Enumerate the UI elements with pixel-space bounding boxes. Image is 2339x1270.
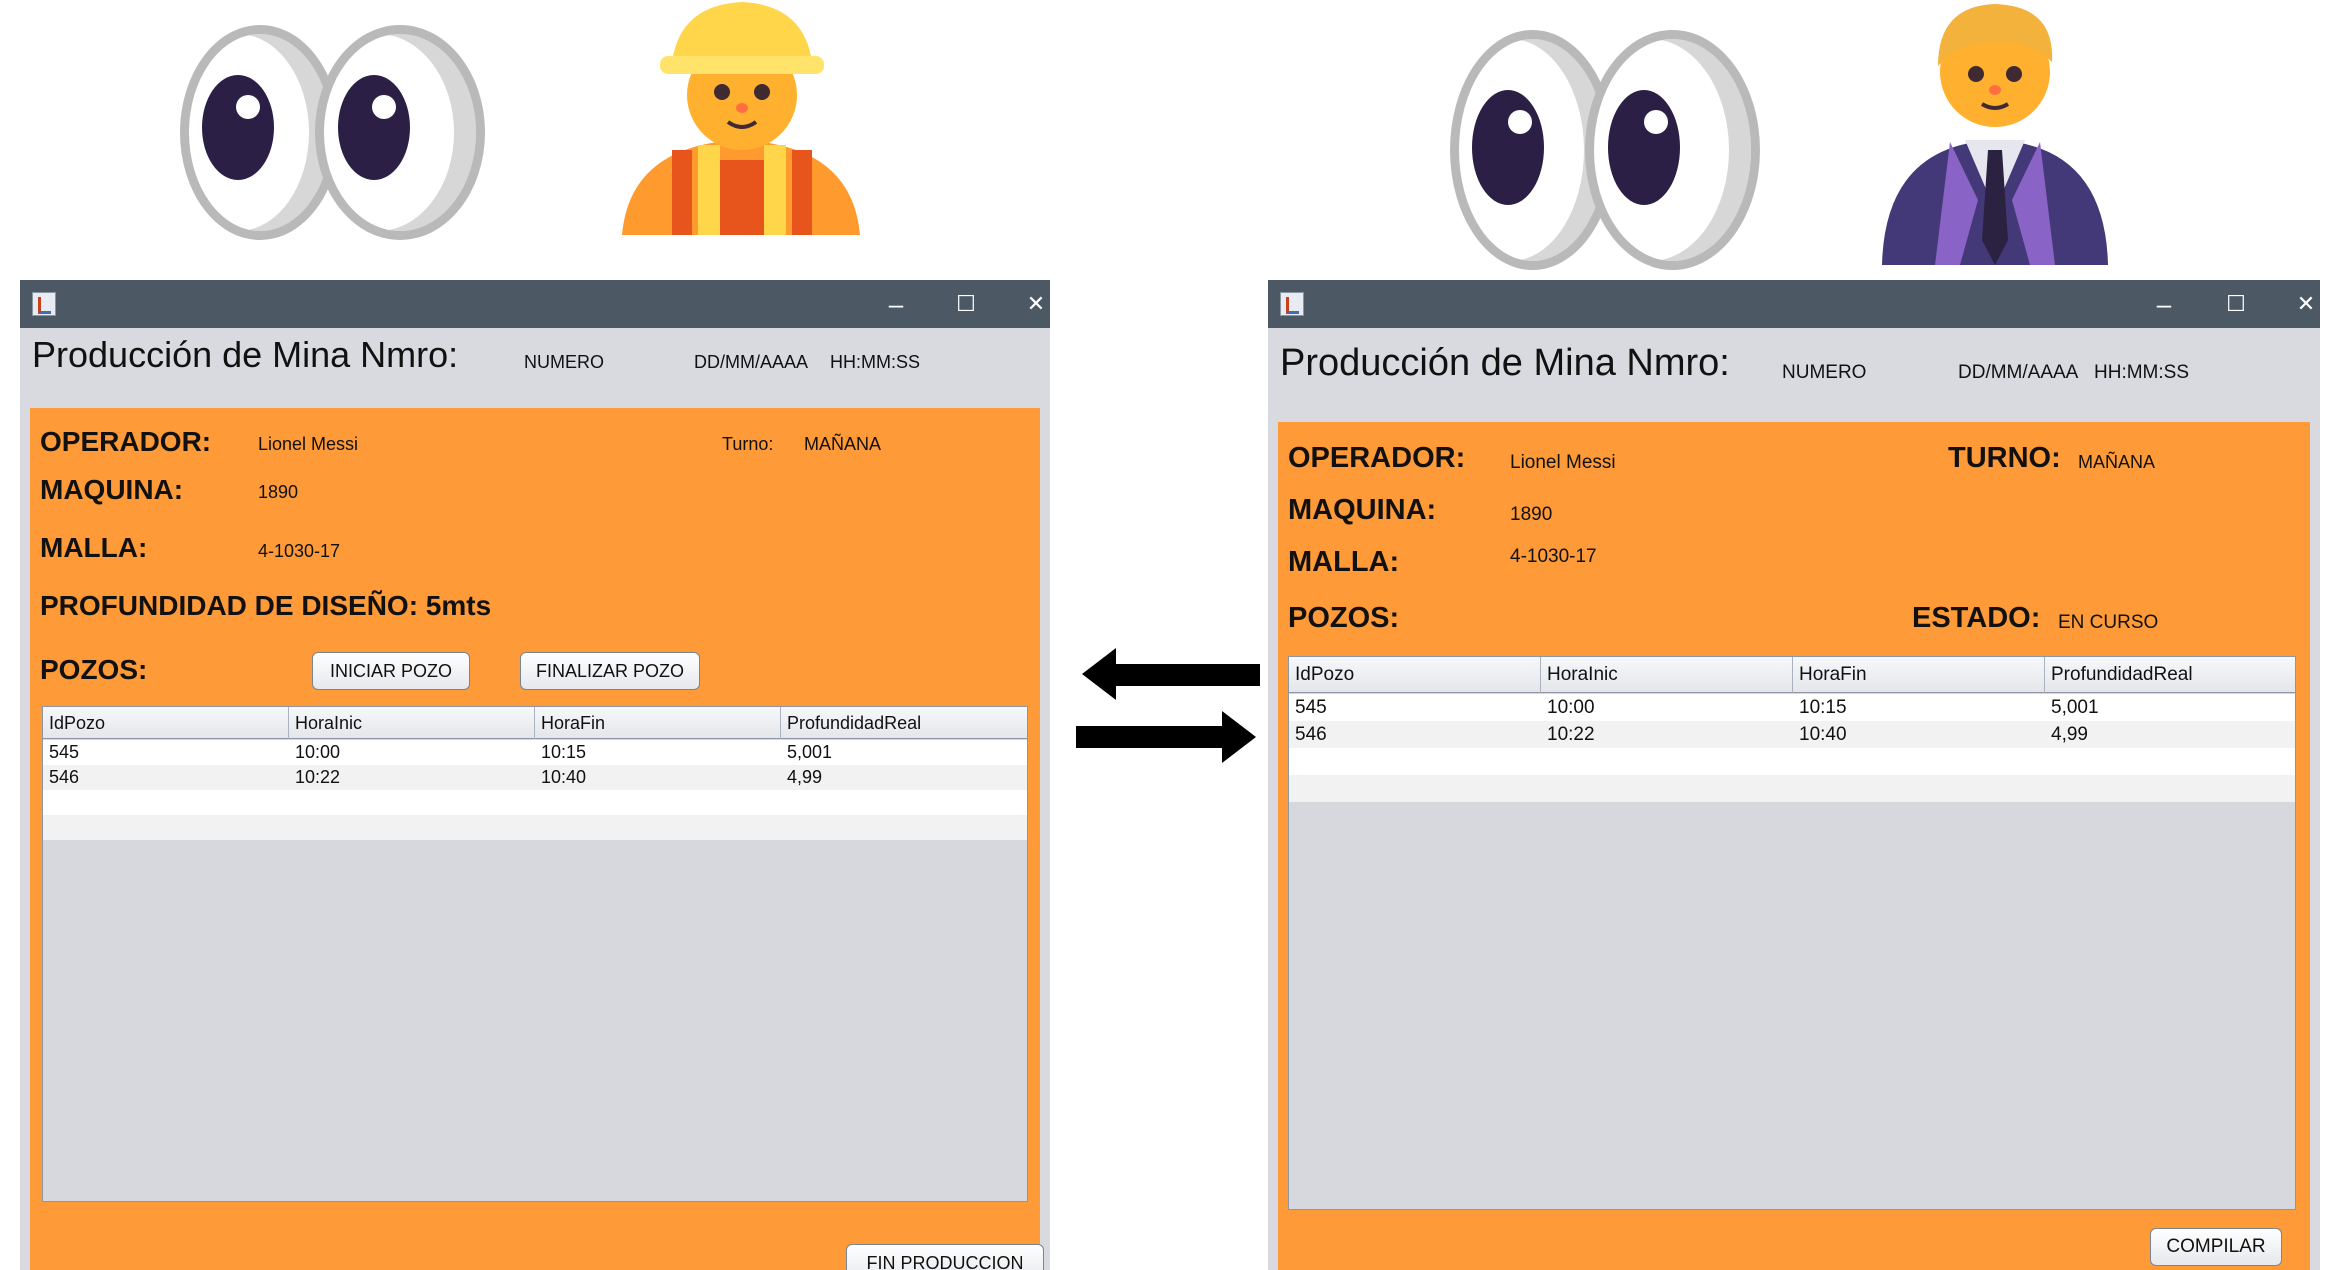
table-cell: 10:15 [541, 742, 587, 762]
production-panel: OPERADOR: Lionel Messi Turno: MAÑANA MAQ… [30, 408, 1044, 1270]
table-header: IdPozo HoraInic HoraFin ProfundidadReal [1289, 657, 2295, 693]
construction-worker-emoji-icon [622, 2, 860, 235]
maximize-button[interactable]: ☐ [2212, 286, 2260, 322]
malla-label: MALLA: [1288, 546, 1400, 578]
operador-value: Lionel Messi [258, 434, 359, 454]
title-bar: – ☐ ✕ [1268, 280, 2320, 328]
column-header[interactable]: HoraInic [1541, 657, 1793, 693]
pozos-label: POZOS: [1288, 602, 1400, 634]
compilar-button[interactable]: COMPILAR [2150, 1228, 2282, 1266]
table-cell: 10:15 [1799, 697, 1847, 718]
table-row[interactable]: 546 10:22 10:40 4,99 [43, 765, 1027, 790]
column-header[interactable]: HoraFin [1793, 657, 2045, 693]
malla-value: 4-1030-17 [1510, 546, 1597, 567]
table-cell: 4,99 [2051, 724, 2088, 745]
table-cell: 10:40 [541, 767, 587, 787]
maquina-value: 1890 [258, 482, 299, 502]
table-cell: 4,99 [787, 767, 823, 787]
estado-label: ESTADO: [1912, 602, 2041, 634]
turno-value: MAÑANA [2078, 452, 2156, 472]
table-row[interactable]: 546 10:22 10:40 4,99 [1289, 721, 2295, 748]
profundidad-label: PROFUNDIDAD DE DISEÑO: 5mts [40, 590, 492, 621]
arrow-left-icon [1082, 648, 1116, 700]
maquina-label: MAQUINA: [1288, 494, 1437, 526]
estado-value: EN CURSO [2058, 612, 2159, 633]
table-cell: 546 [49, 767, 80, 787]
operator-window: – ☐ ✕ Producción de Mina Nmro: NUMERO DD… [20, 280, 1050, 1270]
maquina-label: MAQUINA: [40, 474, 184, 505]
column-header[interactable]: IdPozo [1289, 657, 1541, 693]
arrow-right-icon [1222, 711, 1256, 763]
column-header[interactable]: HoraFin [535, 707, 781, 739]
pozos-label: POZOS: [40, 654, 148, 685]
eyes-emoji-icon [180, 25, 500, 245]
table-cell: 545 [49, 742, 80, 762]
table-cell: 10:00 [295, 742, 341, 762]
date-label: DD/MM/AAAA [1958, 362, 2079, 383]
mine-number: NUMERO [1782, 362, 1867, 383]
malla-label: MALLA: [40, 532, 148, 563]
title-bar: – ☐ ✕ [20, 280, 1050, 328]
eyes-emoji-icon [1450, 30, 1770, 270]
minimize-button[interactable]: – [2140, 286, 2188, 322]
table-row-empty[interactable] [43, 815, 1027, 840]
table-row-empty[interactable] [1289, 775, 2295, 802]
column-header[interactable]: ProfundidadReal [2045, 657, 2295, 693]
table-cell: 10:00 [1547, 697, 1595, 718]
table-cell: 10:40 [1799, 724, 1847, 745]
iniciar-pozo-button[interactable]: INICIAR POZO [312, 652, 470, 690]
mine-number: NUMERO [524, 352, 604, 372]
table-header: IdPozo HoraInic HoraFin ProfundidadReal [43, 707, 1027, 739]
time-label: HH:MM:SS [2094, 362, 2189, 383]
table-cell: 10:22 [1547, 724, 1595, 745]
operador-value: Lionel Messi [1510, 452, 1616, 473]
businessman-emoji-icon [1882, 4, 2108, 265]
turno-label: Turno: [722, 434, 774, 454]
close-button[interactable]: ✕ [1012, 286, 1050, 322]
table-cell: 545 [1295, 697, 1327, 718]
table-row-empty[interactable] [43, 790, 1027, 815]
fin-produccion-button[interactable]: FIN PRODUCCION [846, 1244, 1044, 1270]
turno-value: MAÑANA [804, 434, 882, 454]
pozos-table: IdPozo HoraInic HoraFin ProfundidadReal … [42, 706, 1028, 1202]
malla-value: 4-1030-17 [258, 541, 341, 561]
table-row-empty[interactable] [1289, 748, 2295, 775]
table-cell: 5,001 [787, 742, 833, 762]
column-header[interactable]: ProfundidadReal [781, 707, 1027, 739]
table-cell: 546 [1295, 724, 1327, 745]
column-header[interactable]: IdPozo [43, 707, 289, 739]
header: Producción de Mina Nmro: NUMERO DD/MM/AA… [20, 328, 1050, 410]
production-panel: OPERADOR: Lionel Messi TURNO: MAÑANA MAQ… [1278, 422, 2310, 1270]
table-cell: 10:22 [295, 767, 341, 787]
page-title: Producción de Mina Nmro: [1280, 342, 1730, 384]
finalizar-pozo-button[interactable]: FINALIZAR POZO [520, 652, 700, 690]
java-app-icon [32, 292, 56, 316]
date-label: DD/MM/AAAA [694, 352, 809, 372]
java-app-icon [1280, 292, 1304, 316]
maquina-value: 1890 [1510, 504, 1553, 525]
operador-label: OPERADOR: [1288, 442, 1466, 474]
table-row[interactable]: 545 10:00 10:15 5,001 [43, 740, 1027, 765]
operador-label: OPERADOR: [40, 426, 212, 457]
page-title: Producción de Mina Nmro: [32, 334, 459, 375]
pozos-table: IdPozo HoraInic HoraFin ProfundidadReal … [1288, 656, 2296, 1210]
table-row[interactable]: 545 10:00 10:15 5,001 [1289, 694, 2295, 721]
table-cell: 5,001 [2051, 697, 2099, 718]
turno-label: TURNO: [1948, 442, 2061, 474]
column-header[interactable]: HoraInic [289, 707, 535, 739]
minimize-button[interactable]: – [872, 286, 920, 322]
maximize-button[interactable]: ☐ [942, 286, 990, 322]
time-label: HH:MM:SS [830, 352, 920, 372]
supervisor-window: – ☐ ✕ Producción de Mina Nmro: NUMERO DD… [1268, 280, 2320, 1270]
close-button[interactable]: ✕ [2282, 286, 2320, 322]
header: Producción de Mina Nmro: NUMERO DD/MM/AA… [1268, 328, 2320, 422]
